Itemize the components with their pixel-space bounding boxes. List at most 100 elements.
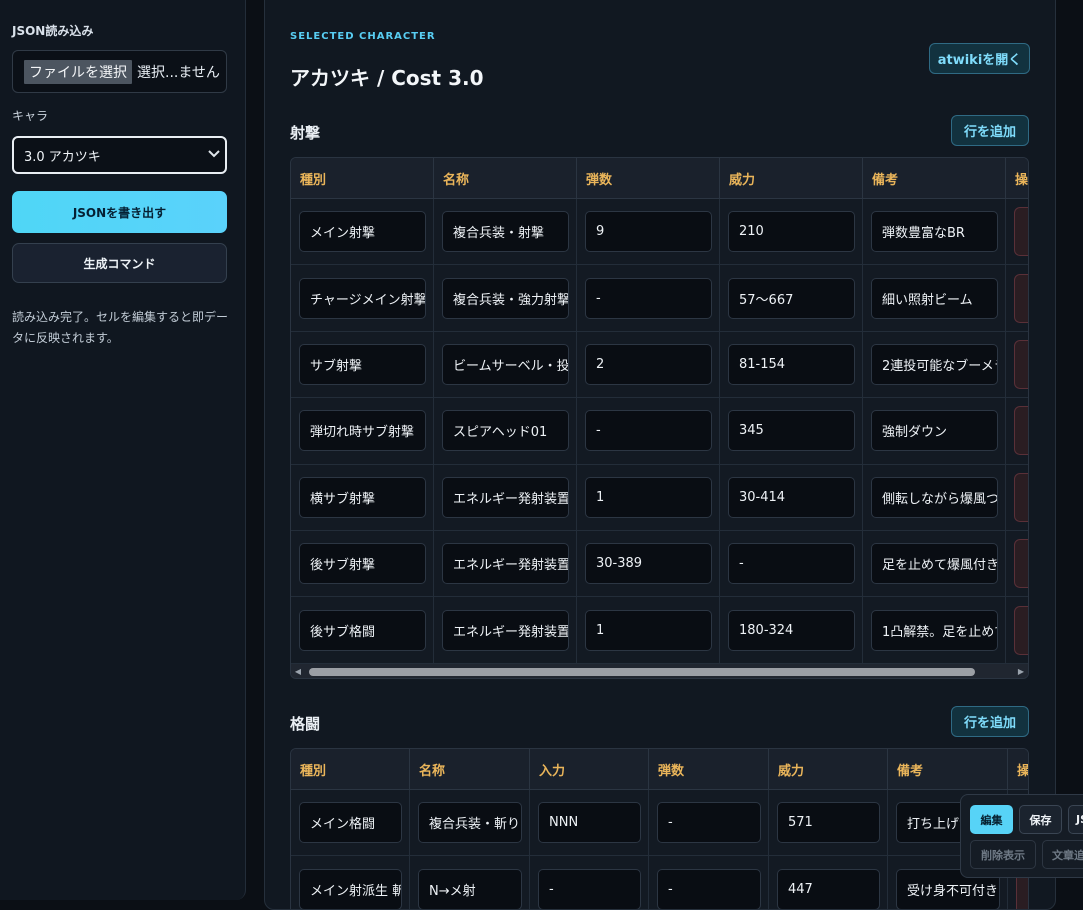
section-eyebrow: SELECTED CHARACTER [290,31,436,42]
delete-row-button[interactable] [1014,472,1028,522]
cell-input[interactable]: エネルギー発射装置 [442,476,569,518]
chevron-down-icon [208,148,220,161]
cell-input[interactable]: 1 [585,609,712,651]
delete-row-button[interactable] [1014,605,1028,655]
cell-input[interactable]: - [657,802,761,844]
table-cell: 細い照射ビーム [863,265,1006,331]
table-cell: ビームサーベル・投擲 [434,331,577,398]
open-atwiki-button[interactable]: atwikiを開く [929,43,1030,74]
scrollbar-thumb[interactable] [309,667,975,676]
cell-input[interactable]: - [585,277,712,319]
cell-input[interactable]: 2連投可能なブーメラン [871,343,998,385]
cell-input[interactable]: 複合兵装・斬り [418,802,522,844]
add-text-button[interactable]: 文章追加 [1042,840,1083,869]
file-input[interactable]: ファイルを選択 選択...ません [12,50,227,93]
cell-input[interactable]: 2 [585,343,712,385]
cell-input[interactable]: 1 [585,476,712,518]
cell-input[interactable]: 9 [585,211,712,253]
cell-input[interactable]: 447 [777,868,880,909]
generate-command-button[interactable]: 生成コマンド [12,243,227,283]
cell-input[interactable]: 57〜667 [728,277,855,319]
cell-input[interactable]: 弾切れ時サブ射撃 [299,410,426,452]
cell-input[interactable]: - [728,543,855,585]
cell-input[interactable]: 1凸解禁。足を止めて [871,609,998,651]
column-header: 入力 [530,749,649,789]
save-button[interactable]: 保存 [1019,805,1062,834]
sidebar: JSON読み込み ファイルを選択 選択...ません キャラ 3.0 アカツキ J… [0,0,246,900]
chara-select[interactable]: 3.0 アカツキ [12,136,227,174]
cell-input[interactable]: エネルギー発射装置 [442,609,569,651]
cell-input[interactable]: 複合兵装・強力射撃 [442,277,569,319]
column-header: 操作 [1017,763,1029,779]
table-cell: 30-414 [720,464,863,530]
melee-add-row-button[interactable]: 行を追加 [951,706,1029,737]
horizontal-scrollbar[interactable]: ◀ ▶ [291,663,1028,678]
cell-input[interactable]: - [657,868,761,909]
column-header: 名称 [434,158,577,198]
cell-input[interactable]: 30-414 [728,476,855,518]
json-button[interactable]: JSON [1068,805,1083,834]
column-header: 備考 [863,158,1006,198]
actions-cell [1006,332,1028,397]
shooting-add-row-button[interactable]: 行を追加 [951,115,1029,146]
delete-row-button[interactable] [1014,539,1028,589]
cell-input[interactable]: サブ射撃 [299,343,426,385]
table-cell: 30-389 [577,530,720,597]
table-row: メイン射撃 複合兵装・射撃 9 210 弾数豊富なBR [291,199,1028,266]
file-status: 選択...ません [137,64,220,81]
cell-input[interactable]: NNN [538,802,641,844]
cell-input[interactable]: チャージメイン射撃 [299,277,426,319]
cell-input[interactable]: 弾数豊富なBR [871,211,998,253]
page-title: アカツキ / Cost 3.0 [290,66,484,90]
table-row: メイン格闘 複合兵装・斬り NNN -571 打ち上げが可能 [291,790,1028,857]
delete-row-button[interactable] [1014,406,1028,456]
cell-input[interactable]: 180-324 [728,609,855,651]
cell-input[interactable]: メイン射撃 [299,211,426,253]
cell-input[interactable]: - [585,410,712,452]
cell-input[interactable]: 345 [728,410,855,452]
actions-cell [1006,531,1028,596]
delete-row-button[interactable] [1014,339,1028,389]
delete-row-button[interactable] [1014,273,1028,323]
melee-table: 種別 名称 入力 弾数 威力 備考 操作 メイン格闘複合兵装・斬りNNN-571… [290,748,1029,909]
table-cell: 1凸解禁。足を止めて [863,597,1006,663]
cell-input[interactable]: スピアヘッド01 [442,410,569,452]
cell-input[interactable]: 210 [728,211,855,253]
table-cell: 57〜667 [720,265,863,331]
cell-input[interactable]: 横サブ射撃 [299,476,426,518]
cell-input[interactable]: 複合兵装・射撃 [442,211,569,253]
cell-input[interactable]: 足を止めて爆風付き [871,543,998,585]
cell-input[interactable]: メイン格闘 [299,802,402,844]
cell-input[interactable]: 571 [777,802,880,844]
cell-input[interactable]: 強制ダウン [871,410,998,452]
export-json-button[interactable]: JSONを書き出す [12,191,227,233]
cell-input[interactable]: 側転しながら爆風つき [871,476,998,518]
scroll-left-icon[interactable]: ◀ [291,667,305,676]
column-header: 種別 [291,749,410,789]
table-cell: 1 [577,597,720,663]
chara-select-value: 3.0 アカツキ [24,149,101,165]
actions-cell [1006,199,1028,264]
table-cell: 後サブ格闘 [291,597,434,663]
cell-input[interactable]: 後サブ射撃 [299,543,426,585]
table-cell: 571 [769,790,888,856]
cell-input[interactable]: N→メ射 [418,868,522,909]
table-cell: 強制ダウン [863,398,1006,464]
cell-input[interactable]: 細い照射ビーム [871,277,998,319]
column-header: 威力 [720,158,863,198]
show-deleted-button[interactable]: 削除表示 [970,840,1036,869]
column-header: 操作 [1015,172,1029,188]
table-cell: 1 [577,464,720,530]
cell-input[interactable]: ビームサーベル・投擲 [442,343,569,385]
edit-button[interactable]: 編集 [970,805,1013,834]
delete-row-button[interactable] [1014,207,1028,257]
cell-input[interactable]: 後サブ格闘 [299,609,426,651]
cell-input[interactable]: メイン射派生 斬 [299,868,402,909]
cell-input[interactable]: 81-154 [728,343,855,385]
scroll-right-icon[interactable]: ▶ [1014,667,1028,676]
cell-input[interactable]: - [538,868,641,909]
table-cell: - [577,398,720,464]
cell-input[interactable]: エネルギー発射装置 [442,543,569,585]
file-select-button[interactable]: ファイルを選択 [24,59,132,84]
cell-input[interactable]: 30-389 [585,543,712,585]
